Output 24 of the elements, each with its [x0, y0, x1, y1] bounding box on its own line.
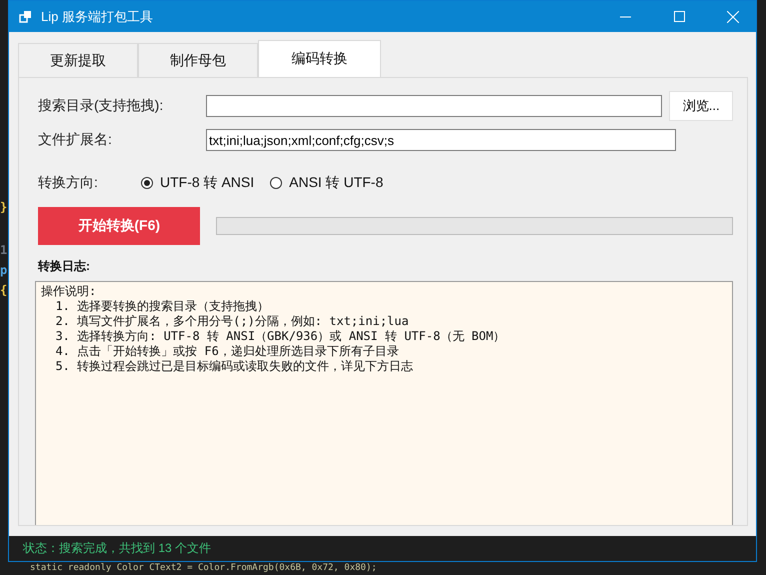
- code-fragment: 1: [0, 243, 8, 257]
- log-area: 操作说明: 1. 选择要转换的搜索目录（支持拖拽） 2. 填写文件扩展名，多个用分号(;)分隔，例如: txt;ini;lua 3. 选择转换方向: UTF-8 转 ANSI（GBK/936）或 ANSI 转 UTF-8（无 BOM） 4. 点击「开始转换」或按 F6，递归处理所选目录下所有子目录 5. 转换过程会跳过已是目标编码或读取失败的文件，详见下方日志: [35, 281, 733, 526]
- close-icon: [727, 10, 739, 22]
- code-fragment: {: [0, 283, 8, 297]
- code-fragment: p: [0, 263, 8, 277]
- radio-option[interactable]: UTF-8 转 ANSI: [141, 174, 254, 192]
- app-icon: [19, 10, 33, 24]
- browse-button[interactable]: 浏览...: [669, 91, 733, 121]
- tab[interactable]: 更新提取: [18, 43, 138, 77]
- radio-option[interactable]: ANSI 转 UTF-8: [270, 174, 384, 192]
- maximize-icon: [674, 11, 684, 22]
- tab[interactable]: 制作母包: [138, 43, 258, 77]
- status-text: 状态：搜索完成，共找到 13 个文件: [23, 540, 212, 558]
- field-label: 转换方向:: [38, 174, 99, 192]
- window-title: Lip 服务端打包工具: [41, 8, 154, 26]
- extensions-field[interactable]: txt;ini;lua;json;xml;conf;cfg;csv;s: [206, 129, 676, 151]
- log-label: 转换日志:: [38, 258, 91, 275]
- tab[interactable]: 编码转换: [258, 40, 381, 77]
- field-label: 搜索目录(支持拖拽):: [38, 97, 164, 115]
- search-dir-field[interactable]: [206, 95, 662, 117]
- code-line: static readonly Color CText2 = Color.FromArgb(0x6B, 0x72, 0x80);: [30, 563, 377, 574]
- start-button[interactable]: 开始转换(F6): [38, 207, 200, 245]
- field-label: 文件扩展名:: [38, 131, 113, 149]
- code-fragment: }: [0, 200, 8, 214]
